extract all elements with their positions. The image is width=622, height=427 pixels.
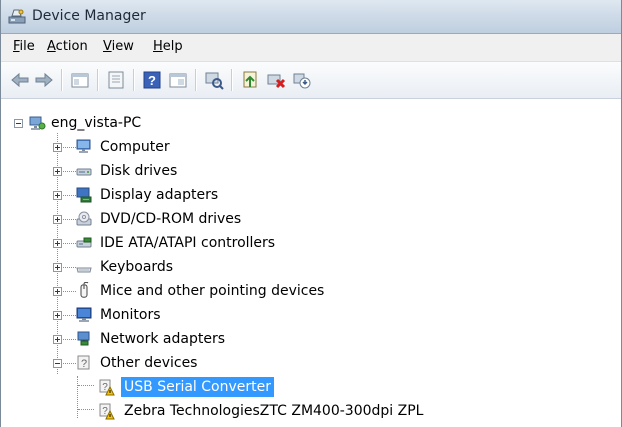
expand-toggle[interactable] <box>53 239 62 248</box>
tree-node-label: Disk drives <box>100 163 178 179</box>
tree-node-category[interactable]: Network adapters <box>1 329 601 349</box>
menu-help-rest: elp <box>162 39 183 54</box>
tree-node-category[interactable]: Display adapters <box>1 185 601 205</box>
device-manager-icon <box>8 8 26 24</box>
keyboard-icon <box>75 258 93 276</box>
tree-node-category[interactable]: IDE ATA/ATAPI controllers <box>1 233 601 253</box>
device-manager-window: Device Manager File Action View Help ? e… <box>0 0 622 427</box>
back-icon[interactable] <box>9 69 31 91</box>
expand-toggle[interactable] <box>53 191 62 200</box>
menu-file[interactable]: File <box>13 39 35 54</box>
tree-node-label: Network adapters <box>100 331 225 347</box>
tree-root-label: eng_vista-PC <box>51 115 142 131</box>
window-title: Device Manager <box>32 8 146 24</box>
unknown-device-icon: ? <box>75 354 93 372</box>
tree-node-category[interactable]: Disk drives <box>1 161 601 181</box>
tree-node-label: Computer <box>100 139 170 155</box>
menu-view-rest: iew <box>111 39 134 54</box>
menu-view[interactable]: View <box>103 39 134 54</box>
svg-text:?: ? <box>148 73 156 88</box>
expand-toggle[interactable] <box>53 215 62 224</box>
tree-node-label-selected: USB Serial Converter <box>121 377 274 397</box>
forward-icon[interactable] <box>33 69 55 91</box>
expand-toggle[interactable] <box>53 263 62 272</box>
tree-node-category[interactable]: Mice and other pointing devices <box>1 281 601 301</box>
collapse-toggle[interactable] <box>53 359 62 368</box>
svg-text:?: ? <box>81 358 87 370</box>
help-icon[interactable]: ? <box>141 69 163 91</box>
unknown-device-warning-icon: ? <box>97 378 115 396</box>
properties-pane-icon[interactable] <box>69 69 91 91</box>
tree-node-zebra-printer[interactable]: ? Zebra TechnologiesZTC ZM400-300dpi ZPL <box>1 401 601 421</box>
tree-node-category[interactable]: DVD/CD-ROM drives <box>1 209 601 229</box>
menu-bar: File Action View Help <box>1 34 621 62</box>
tree-node-label: Monitors <box>100 307 161 323</box>
disk-drive-icon <box>75 162 93 180</box>
mouse-icon <box>75 282 93 300</box>
toolbar-separator <box>133 69 135 91</box>
toolbar-separator <box>97 69 99 91</box>
toolbar-separator <box>61 69 63 91</box>
expand-toggle[interactable] <box>53 287 62 296</box>
tree-root-node[interactable]: eng_vista-PC <box>1 113 601 133</box>
properties-icon[interactable] <box>105 69 127 91</box>
menu-help-access-key: H <box>153 39 163 54</box>
toolbar-separator <box>195 69 197 91</box>
scan-hardware-icon[interactable] <box>203 69 225 91</box>
dvd-drive-icon <box>75 210 93 228</box>
expand-toggle[interactable] <box>53 335 62 344</box>
tree-node-usb-serial-converter[interactable]: ? USB Serial Converter <box>1 377 601 397</box>
expand-toggle[interactable] <box>53 311 62 320</box>
console-tree-icon[interactable] <box>167 69 189 91</box>
tree-node-label: Other devices <box>100 355 198 371</box>
ide-controller-icon <box>75 234 93 252</box>
uninstall-icon[interactable] <box>265 69 287 91</box>
title-bar[interactable]: Device Manager <box>1 0 621 34</box>
tree-node-category[interactable]: Monitors <box>1 305 601 325</box>
update-driver-icon[interactable] <box>239 69 261 91</box>
device-tree: eng_vista-PC Computer Disk drives Display … <box>1 99 621 420</box>
monitor-icon <box>75 306 93 324</box>
display-adapter-icon <box>75 186 93 204</box>
menu-view-access-key: V <box>103 39 112 54</box>
menu-action[interactable]: Action <box>47 39 88 54</box>
network-adapter-icon <box>75 330 93 348</box>
tree-node-label: Mice and other pointing devices <box>100 283 325 299</box>
menu-action-rest: ction <box>55 39 88 54</box>
expand-toggle[interactable] <box>53 167 62 176</box>
menu-file-rest: ile <box>19 39 35 54</box>
collapse-toggle[interactable] <box>14 119 23 128</box>
toolbar-separator <box>231 69 233 91</box>
toolbar: ? <box>1 62 621 99</box>
tree-node-category[interactable]: ? Other devices <box>1 353 601 373</box>
tree-node-category[interactable]: Computer <box>1 137 601 157</box>
computer-icon <box>75 138 93 156</box>
unknown-device-warning-icon: ? <box>97 402 115 420</box>
tree-node-label: Keyboards <box>100 259 174 275</box>
tree-node-label: Display adapters <box>100 187 219 203</box>
tree-node-label: Zebra TechnologiesZTC ZM400-300dpi ZPL <box>124 403 424 419</box>
disable-icon[interactable] <box>291 69 313 91</box>
computer-network-icon <box>28 114 46 132</box>
menu-action-access-key: A <box>47 39 56 54</box>
tree-node-label: IDE ATA/ATAPI controllers <box>100 235 276 251</box>
tree-node-category[interactable]: Keyboards <box>1 257 601 277</box>
tree-node-label: DVD/CD-ROM drives <box>100 211 242 227</box>
menu-help[interactable]: Help <box>153 39 183 54</box>
expand-toggle[interactable] <box>53 143 62 152</box>
